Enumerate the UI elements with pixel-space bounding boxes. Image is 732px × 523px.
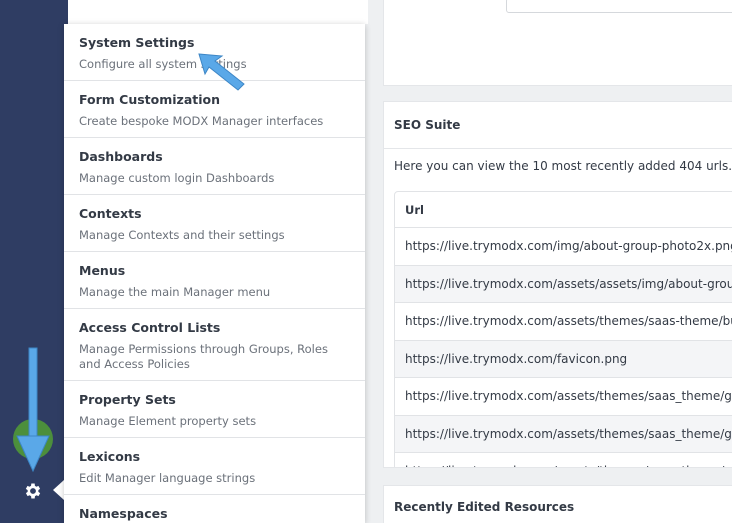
gear-icon[interactable] xyxy=(23,481,43,501)
menu-item-title: Form Customization xyxy=(79,92,221,107)
menu-item-description: Configure all system settings xyxy=(79,57,247,71)
menu-item-description: Manage Element property sets xyxy=(79,414,257,428)
menu-item-title: Menus xyxy=(79,263,126,278)
menu-item-description: Create bespoke MODX Manager interfaces xyxy=(79,114,324,128)
top-panel-input[interactable] xyxy=(506,0,732,13)
table-row[interactable]: https://live.trymodx.com/assets/assets/i… xyxy=(395,265,732,303)
menu-caret xyxy=(53,480,64,500)
table-row[interactable]: https://live.trymodx.com/favicon.png xyxy=(395,340,732,378)
menu-item-form-customization[interactable]: Form Customization Create bespoke MODX M… xyxy=(64,81,365,138)
menu-item-title: System Settings xyxy=(79,35,195,50)
table-row[interactable]: https://live.trymodx.com/img/about-group… xyxy=(395,228,732,266)
menu-item-title: Property Sets xyxy=(79,392,176,407)
menu-item-contexts[interactable]: Contexts Manage Contexts and their setti… xyxy=(64,195,365,252)
table-row[interactable]: https://live.trymodx.com/assets/themes/s… xyxy=(395,453,732,467)
seo-suite-description: Here you can view the 10 most recently a… xyxy=(394,159,732,173)
menu-item-namespaces[interactable]: Namespaces xyxy=(64,495,365,523)
menu-item-title: Contexts xyxy=(79,206,142,221)
menu-item-dashboards[interactable]: Dashboards Manage custom login Dashboard… xyxy=(64,138,365,195)
back-arrow-icon xyxy=(168,0,182,4)
underlying-menu-strip xyxy=(68,0,368,24)
left-sidebar xyxy=(0,0,68,523)
menu-item-description: Manage the main Manager menu xyxy=(79,285,271,299)
menu-item-title: Lexicons xyxy=(79,449,141,464)
menu-item-description: Edit Manager language strings xyxy=(79,471,256,485)
menu-item-description: Manage custom login Dashboards xyxy=(79,171,275,185)
menu-item-lexicons[interactable]: Lexicons Edit Manager language strings xyxy=(64,438,365,495)
settings-dropdown-menu: System Settings Configure all system set… xyxy=(64,24,365,523)
table-row[interactable]: https://live.trymodx.com/assets/themes/s… xyxy=(395,303,732,341)
menu-item-title: Dashboards xyxy=(79,149,163,164)
menu-item-title: Namespaces xyxy=(79,506,168,521)
table-row[interactable]: https://live.trymodx.com/assets/themes/s… xyxy=(395,378,732,416)
menu-item-description: Manage Contexts and their settings xyxy=(79,228,285,242)
seo-suite-title: SEO Suite xyxy=(384,102,732,149)
url-column-header[interactable]: Url xyxy=(395,192,732,228)
menu-item-menus[interactable]: Menus Manage the main Manager menu xyxy=(64,252,365,309)
recently-edited-title: Recently Edited Resources xyxy=(394,500,575,514)
seo-suite-panel: SEO Suite Here you can view the 10 most … xyxy=(383,101,732,468)
status-circle xyxy=(13,419,53,459)
table-row[interactable]: https://live.trymodx.com/assets/themes/s… xyxy=(395,415,732,453)
menu-item-property-sets[interactable]: Property Sets Manage Element property se… xyxy=(64,381,365,438)
recently-edited-panel: Recently Edited Resources xyxy=(383,485,732,523)
menu-item-description: Manage Permissions through Groups, Roles… xyxy=(79,342,328,371)
url-table: Url https://live.trymodx.com/img/about-g… xyxy=(394,191,732,467)
menu-item-access-control-lists[interactable]: Access Control Lists Manage Permissions … xyxy=(64,309,365,381)
menu-item-system-settings[interactable]: System Settings Configure all system set… xyxy=(64,24,365,81)
menu-item-title: Access Control Lists xyxy=(79,320,221,335)
